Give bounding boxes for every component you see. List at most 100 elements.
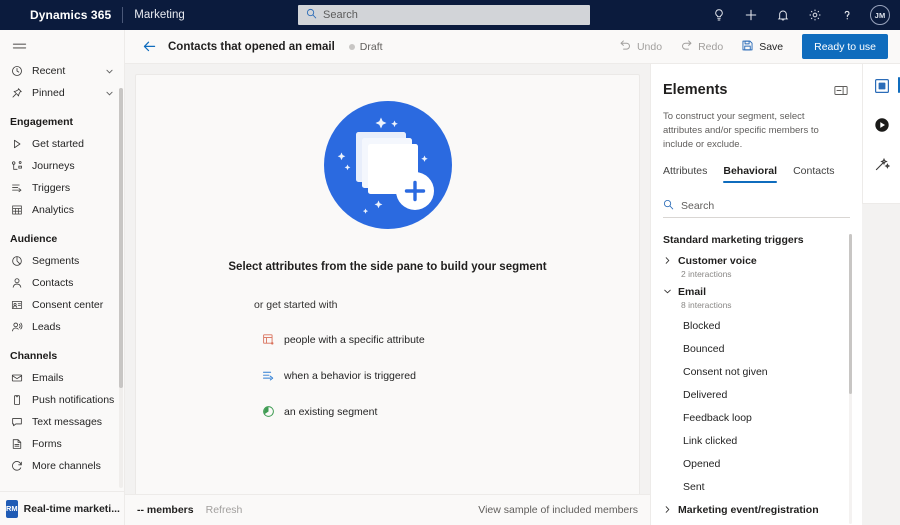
elements-panel-description: To construct your segment, select attrib…: [663, 111, 819, 150]
trigger-flow-icon: [261, 369, 275, 383]
chevron-down-icon[interactable]: [105, 89, 114, 98]
tab-behavioral[interactable]: Behavioral: [723, 165, 777, 184]
sidebar-item-journeys[interactable]: Journeys: [0, 155, 124, 177]
sidebar-item-label: Consent center: [32, 299, 104, 311]
brand-area: Dynamics 365 Marketing: [0, 7, 185, 23]
tab-contacts[interactable]: Contacts: [793, 165, 834, 183]
sidebar-item-label: Recent: [32, 65, 66, 77]
tree-group-marketing-event[interactable]: Marketing event/registration: [663, 501, 862, 518]
existing-segment-icon: [261, 405, 275, 419]
refresh-link[interactable]: Refresh: [206, 504, 243, 516]
sidebar-item-segments[interactable]: Segments: [0, 250, 124, 272]
left-sidebar: Recent Pinned Engagement Get started Jou…: [0, 30, 125, 525]
tree-group-customer-voice[interactable]: Customer voice 2 interactions: [663, 252, 862, 279]
sidebar-item-pinned[interactable]: Pinned: [0, 82, 124, 104]
undo-button[interactable]: Undo: [610, 34, 671, 60]
undo-icon: [619, 39, 632, 55]
sidebar-item-triggers[interactable]: Triggers: [0, 177, 124, 199]
view-sample-link[interactable]: View sample of included members: [478, 504, 638, 516]
play-icon: [10, 137, 24, 151]
sidebar-item-emails[interactable]: Emails: [0, 367, 124, 389]
tree-item-opened[interactable]: Opened: [663, 452, 862, 475]
sidebar-item-contacts[interactable]: Contacts: [0, 272, 124, 294]
sidebar-item-more-channels[interactable]: More channels: [0, 455, 124, 477]
sidebar-item-analytics[interactable]: Analytics: [0, 199, 124, 221]
sidebar-item-label: Journeys: [32, 160, 75, 172]
forms-icon: [10, 437, 24, 451]
sidebar-item-get-started[interactable]: Get started: [0, 133, 124, 155]
sidebar-item-text-messages[interactable]: Text messages: [0, 411, 124, 433]
triggers-icon: [10, 181, 24, 195]
leads-icon: [10, 320, 24, 334]
tree-item-delivered[interactable]: Delivered: [663, 383, 862, 406]
right-rail-background: [862, 204, 900, 525]
sidebar-group-header: Audience: [10, 233, 58, 245]
member-count: -- members: [137, 504, 194, 516]
empty-state-illustration: [321, 98, 455, 237]
app-area-switcher[interactable]: RM Real-time marketi...: [0, 491, 124, 525]
chevron-down-icon[interactable]: [105, 67, 114, 76]
sidebar-item-forms[interactable]: Forms: [0, 433, 124, 455]
tree-item-feedback-loop[interactable]: Feedback loop: [663, 406, 862, 429]
save-button[interactable]: Save: [732, 34, 792, 60]
elements-search-input[interactable]: Search: [663, 194, 850, 219]
sidebar-scrollbar-thumb[interactable]: [119, 88, 123, 388]
sidebar-item-label: Analytics: [32, 204, 75, 216]
tree-item-blocked[interactable]: Blocked: [663, 314, 862, 337]
empty-state-subtitle: or get started with: [254, 299, 338, 311]
app-name: Marketing: [134, 9, 185, 21]
sidebar-item-label: Contacts: [32, 277, 74, 289]
redo-icon: [680, 39, 693, 55]
tree-group-email[interactable]: Email 8 interactions: [663, 283, 862, 310]
pin-icon: [10, 86, 24, 100]
top-nav-icon-group: JM: [710, 0, 890, 30]
elements-panel-header: Elements: [651, 64, 862, 98]
global-search-box[interactable]: Search: [298, 5, 590, 25]
consent-icon: [10, 298, 24, 312]
sidebar-scroll-region: Recent Pinned Engagement Get started Jou…: [0, 60, 124, 490]
tree-item-consent-not-given[interactable]: Consent not given: [663, 360, 862, 383]
tree-item-sent[interactable]: Sent: [663, 475, 862, 498]
back-button[interactable]: [137, 35, 161, 59]
avatar[interactable]: JM: [870, 5, 890, 25]
sidebar-item-label: Triggers: [32, 182, 71, 194]
segment-builder-canvas[interactable]: Select attributes from the side pane to …: [135, 74, 640, 503]
lightbulb-icon[interactable]: [710, 6, 728, 24]
tab-attributes[interactable]: Attributes: [663, 165, 707, 183]
redo-button[interactable]: Redo: [671, 34, 732, 60]
quickstart-option-behavior[interactable]: when a behavior is triggered: [261, 363, 425, 388]
realtime-marketing-badge: RM: [6, 499, 18, 518]
sidebar-item-leads[interactable]: Leads: [0, 316, 124, 338]
ready-to-use-button[interactable]: Ready to use: [802, 34, 888, 59]
question-icon[interactable]: [838, 6, 856, 24]
gear-icon[interactable]: [806, 6, 824, 24]
collapse-panel-icon[interactable]: [834, 85, 848, 96]
tree-item-bounced[interactable]: Bounced: [663, 337, 862, 360]
quickstart-option-attribute[interactable]: people with a specific attribute: [261, 327, 425, 352]
tree-item-link-clicked[interactable]: Link clicked: [663, 429, 862, 452]
app-area-label: Real-time marketi...: [23, 502, 120, 515]
tree-group-row[interactable]: Marketing event/registration: [663, 501, 862, 518]
sidebar-item-label: Leads: [32, 321, 61, 333]
quickstart-label: an existing segment: [284, 405, 378, 418]
save-label: Save: [759, 40, 784, 53]
plus-icon[interactable]: [742, 6, 760, 24]
elements-scrollbar-thumb[interactable]: [849, 234, 852, 395]
contact-icon: [10, 276, 24, 290]
search-icon: [306, 6, 317, 24]
elements-panel-icon[interactable]: [869, 73, 900, 99]
tree-group-label: Email: [678, 285, 707, 298]
tree-group-row[interactable]: Email: [663, 283, 862, 300]
tree-group-row[interactable]: Customer voice: [663, 252, 862, 269]
command-bar-actions: Undo Redo Save Ready to use: [610, 34, 900, 60]
copilot-icon[interactable]: [869, 112, 895, 138]
sidebar-item-recent[interactable]: Recent: [0, 60, 124, 82]
sidebar-item-consent-center[interactable]: Consent center: [0, 294, 124, 316]
hamburger-menu-icon[interactable]: [6, 34, 32, 58]
quickstart-options: people with a specific attribute when a …: [261, 327, 425, 435]
bell-icon[interactable]: [774, 6, 792, 24]
wand-icon[interactable]: [869, 151, 895, 177]
sidebar-item-push-notifications[interactable]: Push notifications: [0, 389, 124, 411]
email-icon: [10, 371, 24, 385]
quickstart-option-existing-segment[interactable]: an existing segment: [261, 399, 425, 424]
